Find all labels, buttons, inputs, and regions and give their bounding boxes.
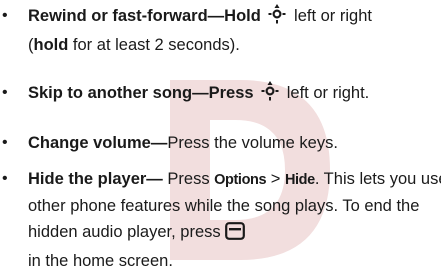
bullet: • (2, 134, 8, 151)
nav-key-icon (261, 81, 279, 109)
hide-key-label: Hide (284, 172, 315, 188)
list-item-volume: • Change volume—Press the volume keys. (0, 130, 441, 156)
list-item-rewind: • Rewind or fast-forward—Hold left or ri… (0, 3, 441, 58)
item-title: Change volume— (28, 134, 168, 152)
hold-word: hold (33, 36, 69, 54)
bullet: • (2, 170, 8, 187)
item-text: left or right. (286, 84, 370, 102)
menu-key-icon (225, 222, 246, 248)
item-text-cont: for at least 2 seconds). (72, 36, 240, 54)
item-text: left or right (294, 7, 372, 25)
list-item-skip: • Skip to another song—Press left or rig… (0, 80, 441, 109)
options-key-label: Options (214, 172, 267, 188)
item-title: Hide the player— (28, 170, 163, 188)
item-title: Rewind or fast-forward—Hold (28, 7, 261, 25)
item-title: Skip to another song—Press (28, 84, 254, 102)
bullet: • (2, 7, 8, 24)
list-item-hide-player: • Hide the player— Press Options > Hide.… (0, 166, 441, 274)
separator: > (270, 170, 281, 188)
nav-key-icon (268, 4, 286, 32)
press-text: Press (167, 170, 210, 188)
bullet: • (2, 84, 8, 101)
item-text: Press the volume keys. (167, 134, 338, 152)
item-text-end: in the home screen. (28, 252, 173, 270)
